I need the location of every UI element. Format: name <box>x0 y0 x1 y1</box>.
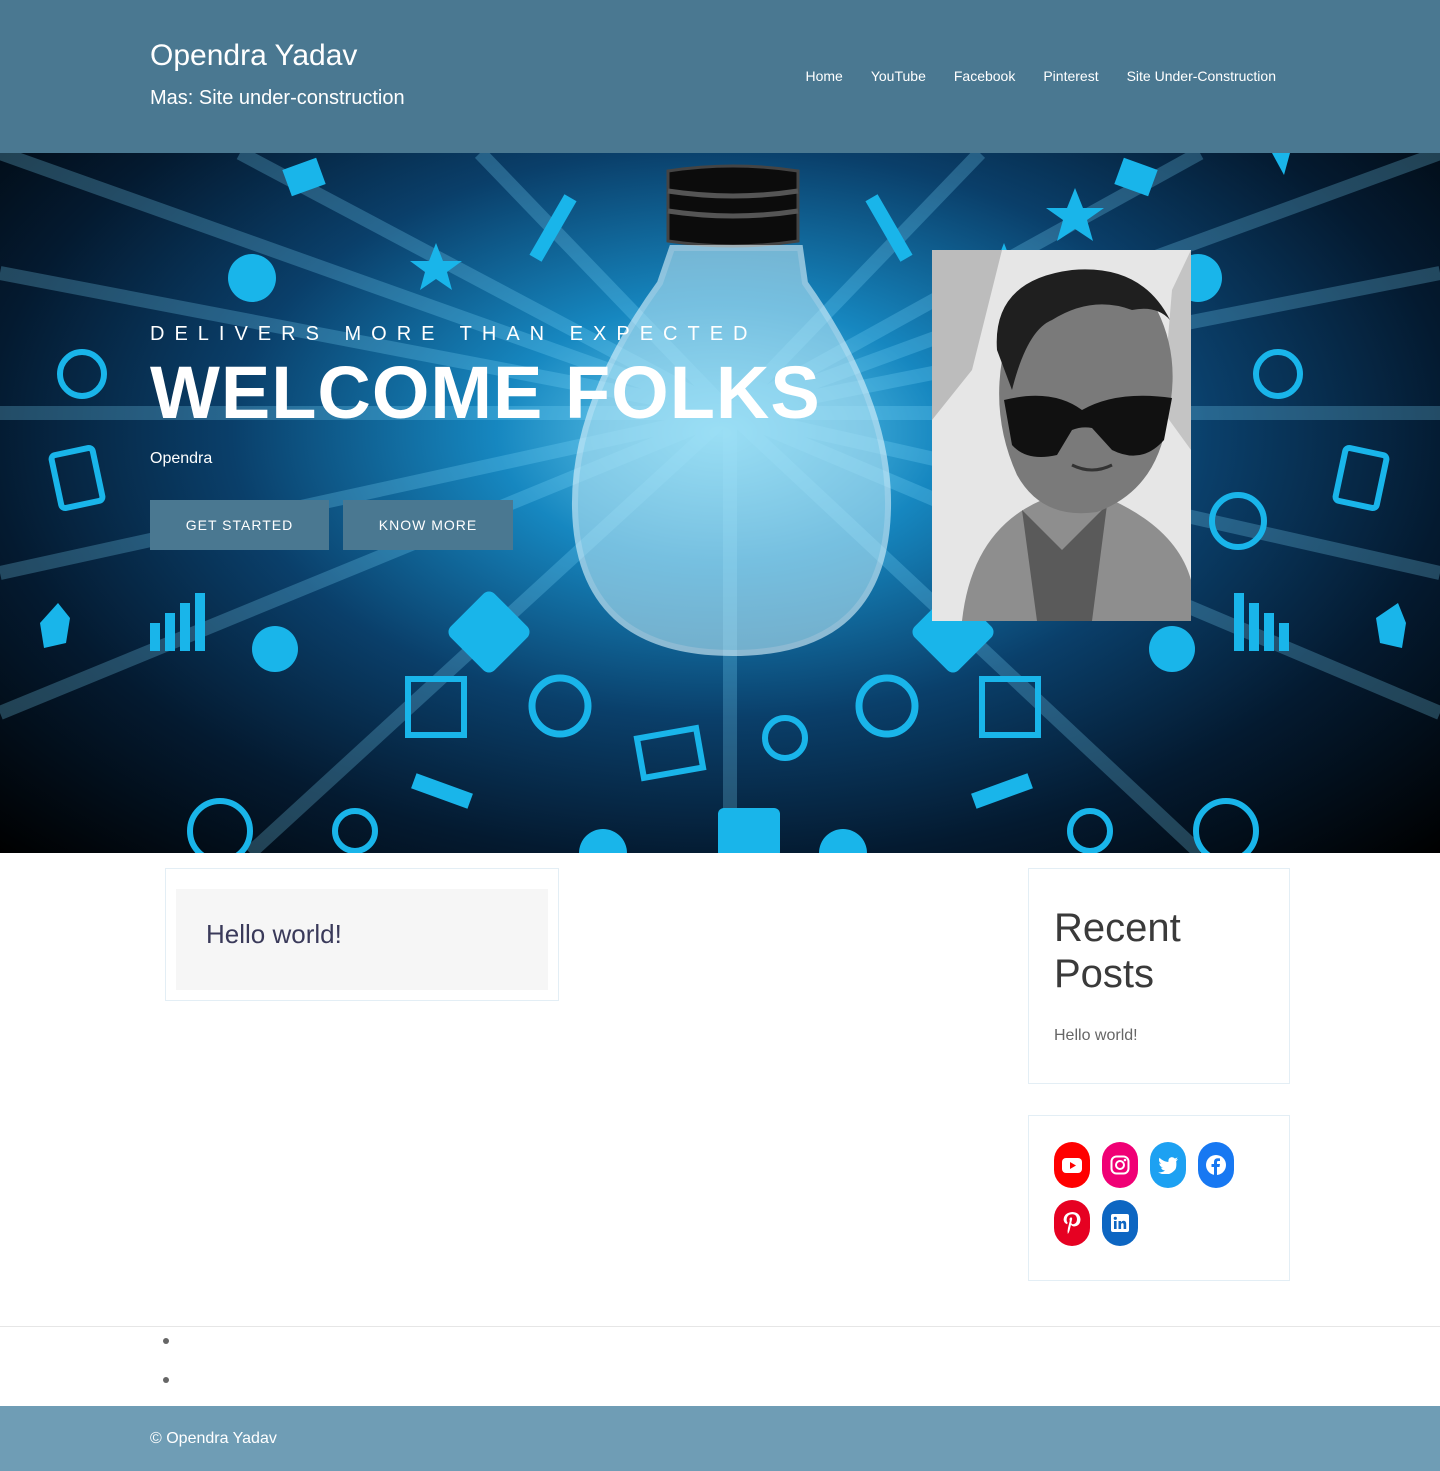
recent-posts-widget: Recent Posts Hello world! <box>1028 868 1290 1084</box>
nav-pinterest[interactable]: Pinterest <box>1043 66 1098 86</box>
copyright-text: © Opendra Yadav <box>150 1430 277 1447</box>
content-separator <box>0 1326 1440 1327</box>
pinterest-icon[interactable] <box>1054 1200 1090 1246</box>
site-title[interactable]: Opendra Yadav <box>150 39 357 73</box>
nav-site-under-construction[interactable]: Site Under-Construction <box>1127 66 1276 86</box>
post-card: Hello world! <box>165 868 559 1001</box>
nav-home[interactable]: Home <box>805 66 842 86</box>
recent-post-link[interactable]: Hello world! <box>1054 1027 1138 1045</box>
linkedin-icon[interactable] <box>1102 1200 1138 1246</box>
post-card-body: Hello world! <box>176 889 548 990</box>
site-header: Opendra Yadav Mas: Site under-constructi… <box>0 0 1440 153</box>
twitter-icon[interactable] <box>1150 1142 1186 1188</box>
main-nav: Home YouTube Facebook Pinterest Site Und… <box>805 66 1276 86</box>
hero-banner: DELIVERS MORE THAN EXPECTED WELCOME FOLK… <box>0 153 1440 853</box>
site-footer: © Opendra Yadav <box>0 1406 1440 1471</box>
instagram-icon[interactable] <box>1102 1142 1138 1188</box>
get-started-button[interactable]: GET STARTED <box>150 500 329 550</box>
nav-youtube[interactable]: YouTube <box>871 66 926 86</box>
know-more-button[interactable]: KNOW MORE <box>343 500 513 550</box>
nav-facebook[interactable]: Facebook <box>954 66 1015 86</box>
facebook-icon[interactable] <box>1198 1142 1234 1188</box>
youtube-icon[interactable] <box>1054 1142 1090 1188</box>
hero-title: WELCOME FOLKS <box>150 351 821 434</box>
profile-photo <box>932 250 1191 621</box>
post-title[interactable]: Hello world! <box>206 919 342 950</box>
site-tagline: Mas: Site under-construction <box>150 87 405 109</box>
hero-subtitle: Opendra <box>150 450 213 467</box>
hero-eyebrow: DELIVERS MORE THAN EXPECTED <box>150 323 758 345</box>
recent-posts-heading: Recent Posts <box>1054 906 1181 996</box>
social-links-widget <box>1028 1115 1290 1281</box>
